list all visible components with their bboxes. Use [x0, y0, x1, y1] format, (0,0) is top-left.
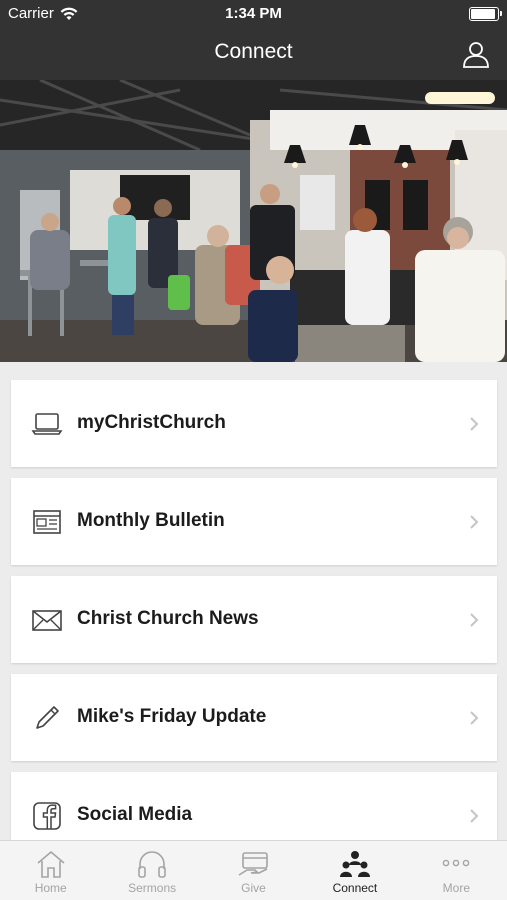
status-time: 1:34 PM	[225, 5, 282, 22]
more-icon	[443, 859, 470, 867]
tab-label: Home	[34, 881, 67, 895]
hero-photo	[0, 80, 507, 362]
laptop-icon	[31, 413, 63, 435]
page-title: Connect	[214, 40, 293, 63]
list-item-mikes-friday-update[interactable]: Mike's Friday Update	[11, 674, 497, 761]
tab-more[interactable]: More	[406, 841, 507, 900]
status-bar: Carrier 1:34 PM	[0, 0, 507, 28]
chevron-right-icon	[470, 515, 479, 529]
list-item-mychristchurch[interactable]: myChristChurch	[11, 380, 497, 467]
battery-icon	[469, 7, 502, 21]
connect-link-list: myChristChurch Monthly Bulletin Christ C…	[11, 380, 497, 870]
newspaper-icon	[33, 510, 61, 534]
give-icon	[238, 852, 268, 876]
facebook-icon	[33, 802, 61, 830]
headphones-icon	[138, 851, 166, 878]
nav-bar: Connect	[0, 28, 507, 80]
cafe-photo-illustration	[0, 80, 507, 362]
tab-label: Sermons	[128, 881, 177, 895]
app-screen: Carrier 1:34 PM Connect myChristChurch M…	[0, 0, 507, 900]
list-item-label: Monthly Bulletin	[77, 510, 225, 531]
list-item-label: Christ Church News	[77, 608, 259, 629]
people-icon	[339, 851, 370, 877]
tab-label: More	[442, 881, 470, 895]
tab-label: Give	[241, 881, 266, 895]
tab-home[interactable]: Home	[0, 841, 101, 900]
tab-bar: Home Sermons Give Connect More	[0, 840, 507, 900]
tab-sermons[interactable]: Sermons	[101, 841, 202, 900]
list-item-christ-church-news[interactable]: Christ Church News	[11, 576, 497, 663]
list-item-label: myChristChurch	[77, 412, 226, 433]
home-icon	[37, 850, 65, 878]
chevron-right-icon	[470, 613, 479, 627]
tab-label: Connect	[332, 881, 378, 895]
chevron-right-icon	[470, 809, 479, 823]
tab-give[interactable]: Give	[203, 841, 304, 900]
chevron-right-icon	[470, 417, 479, 431]
list-item-monthly-bulletin[interactable]: Monthly Bulletin	[11, 478, 497, 565]
pencil-icon	[36, 706, 59, 729]
tab-connect[interactable]: Connect	[304, 841, 405, 900]
list-item-label: Social Media	[77, 804, 193, 825]
user-icon[interactable]	[461, 39, 491, 69]
list-item-label: Mike's Friday Update	[77, 706, 267, 727]
chevron-right-icon	[470, 711, 479, 725]
envelope-icon	[32, 610, 62, 631]
